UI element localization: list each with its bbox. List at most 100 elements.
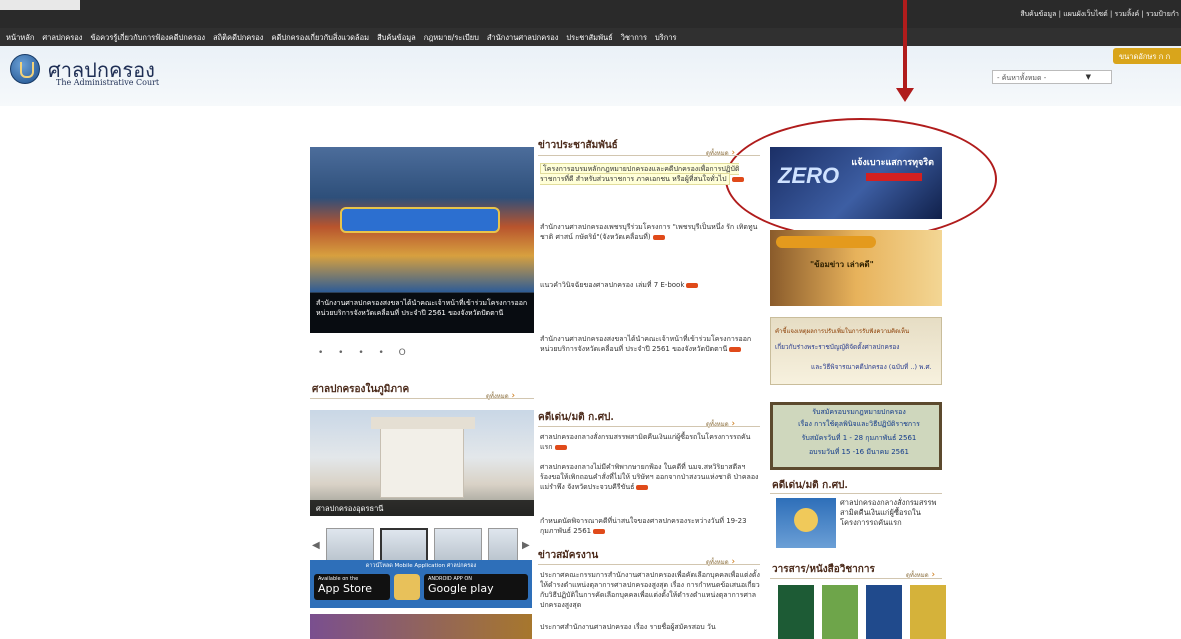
- nav-item-5[interactable]: คดีปกครองเกี่ยวกับสิ่งแวดล้อม: [271, 32, 369, 44]
- bill-banner-line3: และวิธีพิจารณาคดีปกครอง (ฉบับที่ ..) พ.ศ…: [811, 363, 932, 371]
- regional-section-title: ศาลปกครองในภูมิภาค: [312, 384, 410, 395]
- right-cases-divider: [770, 493, 942, 494]
- nav-item-11[interactable]: บริการ: [655, 32, 677, 44]
- book-cover[interactable]: [910, 585, 946, 639]
- new-badge-icon: [593, 528, 606, 534]
- annotation-arrow-line: [903, 0, 907, 92]
- right-cases-title: คดีเด่น/มติ ก.ศป.: [772, 480, 848, 491]
- new-badge-icon: [731, 176, 744, 182]
- training-banner[interactable]: รับสมัครอบรมกฎหมายปกครอง เรื่อง การใช้ดุ…: [770, 402, 942, 470]
- cases-more-link[interactable]: ดูทั้งหมด: [706, 419, 735, 429]
- chevron-down-icon: ▼: [1085, 73, 1091, 81]
- zero-logo: ZERO: [778, 163, 840, 188]
- google-play-big: Google play: [428, 582, 494, 595]
- bottom-banner-fragment[interactable]: [310, 614, 532, 639]
- new-badge-icon: [636, 484, 649, 490]
- thumbnail[interactable]: [434, 528, 482, 564]
- train-banner-line1: รับสมัครอบรมกฎหมายปกครอง: [812, 408, 906, 416]
- nav-item-8[interactable]: สำนักงานศาลปกครอง: [487, 32, 559, 44]
- prev-arrow-icon[interactable]: ◀: [312, 540, 320, 551]
- annotation-arrowhead: [896, 88, 914, 102]
- google-play-button[interactable]: ANDROID APP ON Google play: [424, 574, 528, 600]
- pr-item-2-text: สำนักงานศาลปกครองเพชรบุรีร่วมโครงการ "เพ…: [540, 223, 758, 241]
- right-case-image: [776, 498, 836, 548]
- train-banner-line4: อบรมวันที่ 15 -16 มีนาคม 2561: [808, 448, 910, 456]
- anti-corruption-banner[interactable]: แจ้งเบาะแสการทุจริต ZERO: [770, 147, 942, 219]
- right-case-item[interactable]: ศาลปกครองกลางสั่งกรมสรรพสามิตคืนเงินแก่ผ…: [776, 498, 941, 548]
- app-icon: [394, 574, 420, 600]
- slider-stage-banner: [340, 207, 500, 233]
- nav-item-4[interactable]: สถิติคดีปกครอง: [213, 32, 263, 44]
- pr-more-link[interactable]: ดูทั้งหมด: [706, 148, 735, 158]
- regional-court-caption: ศาลปกครองอุดรธานี: [310, 500, 534, 516]
- news-slider[interactable]: สำนักงานศาลปกครองสงขลาได้นำคณะเจ้าหน้าที…: [310, 147, 534, 333]
- new-badge-icon: [554, 444, 567, 450]
- nav-item-1[interactable]: หน้าหลัก: [6, 32, 34, 44]
- app-store-button[interactable]: Available on the App Store: [314, 574, 390, 600]
- pr-item-3-text: แนวคำวินิจฉัยของศาลปกครอง เล่มที่ 7 E-bo…: [540, 281, 685, 289]
- train-banner-line3: รับสมัครวันที่ 1 - 28 กุมภาพันธ์ 2561: [801, 434, 917, 442]
- cases-section-title: คดีเด่น/มติ ก.ศป.: [538, 412, 614, 423]
- nav-item-10[interactable]: วิชาการ: [621, 32, 647, 44]
- nav-item-9[interactable]: ประชาสัมพันธ์: [566, 32, 612, 44]
- thumbnail[interactable]: [326, 528, 374, 564]
- train-banner-line2: เรื่อง การใช้ดุลพินิจและวิธีปฏิบัติราชกา…: [798, 420, 920, 428]
- zero-banner-title: แจ้งเบาะแสการทุจริต: [851, 158, 934, 168]
- news-story-banner[interactable]: "ข้อมข่าว เล่าคดี": [770, 230, 942, 306]
- address-bar-fragment: [0, 0, 80, 10]
- case-item-1[interactable]: ศาลปกครองกลางสั่งกรมสรรพสามิตคืนเงินแก่ผ…: [540, 432, 762, 452]
- jobs-section-title: ข่าวสมัครงาน: [538, 550, 599, 561]
- next-arrow-icon[interactable]: ▶: [522, 540, 530, 551]
- court-emblem-logo[interactable]: [10, 54, 40, 84]
- zero-red-stripe: [866, 173, 922, 181]
- docs-covers: [770, 585, 970, 639]
- pr-divider: [538, 155, 760, 156]
- site-title-en: The Administrative Court: [56, 78, 160, 87]
- nav-item-6[interactable]: สืบค้นข้อมูล: [377, 32, 416, 44]
- docs-divider: [770, 578, 942, 579]
- nav-item-3[interactable]: ข้อควรรู้เกี่ยวกับการฟ้องคดีปกครอง: [90, 32, 205, 44]
- job-item-1-text: ประกาศคณะกรรมการสำนักงานศาลปกครองเพื่อคั…: [540, 571, 760, 609]
- province-select[interactable]: - ค้นหาทั้งหมด - ▼: [992, 70, 1112, 84]
- main-navbar: หน้าหลัก ศาลปกครอง ข้อควรรู้เกี่ยวกับการฟ้…: [0, 28, 1181, 46]
- case-item-1-text: ศาลปกครองกลางสั่งกรมสรรพสามิตคืนเงินแก่ผ…: [540, 433, 751, 451]
- jobs-divider: [538, 564, 760, 565]
- pr-item-1[interactable]: โครงการอบรมหลักกฎหมายปกครองและคดีปกครองเ…: [540, 163, 762, 185]
- case-item-3-text: กำหนดนัดพิจารณาคดีที่น่าสนใจของศาลปกครอง…: [540, 517, 747, 535]
- right-case-text: ศาลปกครองกลางสั่งกรมสรรพสามิตคืนเงินแก่ผ…: [840, 498, 937, 527]
- slider-pager[interactable]: • • • • O: [318, 348, 412, 358]
- thumbnail[interactable]: [380, 528, 428, 564]
- slider-caption[interactable]: สำนักงานศาลปกครองสงขลาได้นำคณะเจ้าหน้าที…: [310, 293, 534, 333]
- pr-item-2[interactable]: สำนักงานศาลปกครองเพชรบุรีร่วมโครงการ "เพ…: [540, 222, 762, 242]
- bill-banner-line2: เกี่ยวกับร่างพระราชบัญญัติจัดตั้งศาลปกคร…: [775, 343, 900, 351]
- news-banner-pill: [776, 236, 876, 248]
- top-links[interactable]: สืบค้นข้อมูล | แผนผังเว็บไซต์ | รวมลิ้งค…: [1020, 9, 1179, 20]
- app-banner-title: ดาวน์โหลด Mobile Application ศาลปกครอง: [365, 563, 477, 569]
- new-badge-icon: [729, 346, 742, 352]
- court-building: [371, 417, 475, 498]
- pr-item-4-text: สำนักงานศาลปกครองสงขลาได้นำคณะเจ้าหน้าที…: [540, 335, 752, 353]
- job-item-2[interactable]: ประกาศสำนักงานศาลปกครอง เรื่อง รายชื่อผู…: [540, 622, 762, 632]
- case-item-3[interactable]: กำหนดนัดพิจารณาคดีที่น่าสนใจของศาลปกครอง…: [540, 516, 762, 536]
- book-cover[interactable]: [866, 585, 902, 639]
- cases-divider: [538, 426, 760, 427]
- bill-hearing-banner[interactable]: คำชี้แจงเหตุผลการปรับเพิ่มในการรับฟังควา…: [770, 317, 942, 385]
- job-item-1[interactable]: ประกาศคณะกรรมการสำนักงานศาลปกครองเพื่อคั…: [540, 570, 762, 610]
- jobs-more-link[interactable]: ดูทั้งหมด: [706, 557, 735, 567]
- book-cover[interactable]: [778, 585, 814, 639]
- nav-item-2[interactable]: ศาลปกครอง: [42, 32, 82, 44]
- nav-item-7[interactable]: กฎหมาย/ระเบียบ: [424, 32, 479, 44]
- new-badge-icon: [686, 282, 699, 288]
- province-select-value: - ค้นหาทั้งหมด -: [997, 74, 1047, 82]
- pr-item-3[interactable]: แนวคำวินิจฉัยของศาลปกครอง เล่มที่ 7 E-bo…: [540, 280, 762, 290]
- pr-item-4[interactable]: สำนักงานศาลปกครองสงขลาได้นำคณะเจ้าหน้าที…: [540, 334, 762, 354]
- regional-divider: [310, 398, 534, 399]
- top-bar: สืบค้นข้อมูล | แผนผังเว็บไซต์ | รวมลิ้งค…: [0, 0, 1181, 28]
- book-cover[interactable]: [822, 585, 858, 639]
- case-item-2[interactable]: ศาลปกครองกลางไม่มีคำพิพากษายกฟ้อง ในคดีท…: [540, 462, 762, 492]
- mobile-app-banner: ดาวน์โหลด Mobile Application ศาลปกครอง A…: [310, 560, 532, 608]
- font-size-button[interactable]: ขนาดอักษร ก ก: [1113, 48, 1181, 64]
- regional-more-link[interactable]: ดูทั้งหมด: [486, 391, 515, 401]
- thumbnail[interactable]: [488, 528, 518, 564]
- regional-court-image[interactable]: ศาลปกครองอุดรธานี: [310, 410, 534, 516]
